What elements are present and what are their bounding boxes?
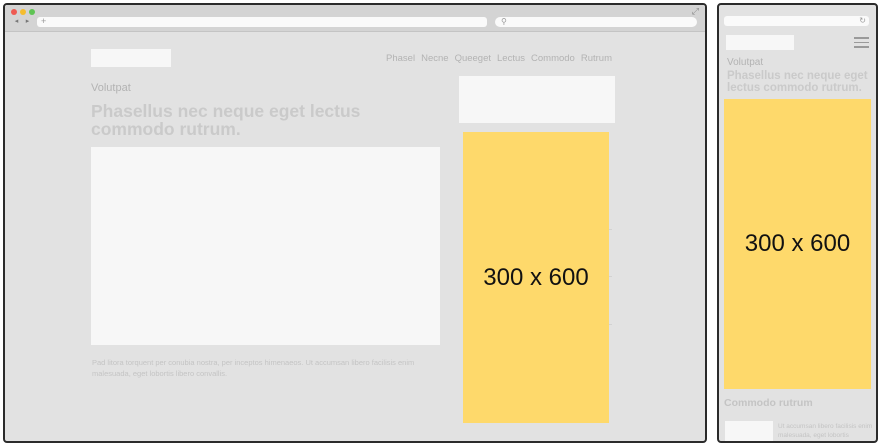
reload-icon[interactable]: ↻ — [859, 16, 866, 26]
divider — [609, 276, 612, 277]
mobile-article-headline: Phasellus nec neque eget lectus commodo … — [727, 70, 868, 94]
divider — [609, 229, 612, 230]
divider — [609, 324, 612, 325]
address-bar[interactable]: + — [37, 16, 487, 27]
nav-link-commodo[interactable]: Commodo — [531, 53, 575, 65]
minimize-window-button[interactable] — [20, 9, 26, 15]
sidebar-banner-placeholder — [459, 76, 615, 123]
search-icon: ⚲ — [501, 17, 507, 26]
mobile-thumbnail-placeholder — [725, 421, 773, 441]
mobile-ad-slot-300x600[interactable]: 300 x 600 — [724, 99, 871, 389]
article-image-placeholder — [91, 147, 440, 345]
site-navigation: Phasel Necne Queeget Lectus Commodo Rutr… — [379, 53, 612, 65]
site-logo-placeholder[interactable] — [91, 49, 171, 67]
new-tab-icon[interactable]: + — [41, 16, 46, 27]
ad-size-label: 300 x 600 — [483, 263, 589, 291]
mobile-article-eyebrow: Volutpat — [727, 57, 764, 68]
browser-search-input[interactable]: ⚲ — [495, 17, 697, 27]
desktop-browser-window: ◂ ▸ + ⚲ ⤢ Phasel Necne Queeget Lectus Co… — [3, 3, 707, 443]
nav-link-queeget[interactable]: Queeget — [455, 53, 491, 65]
hamburger-menu-icon[interactable] — [854, 37, 869, 48]
mobile-ad-size-label: 300 x 600 — [744, 230, 851, 257]
forward-arrow-icon[interactable]: ▸ — [22, 17, 33, 27]
mobile-site-logo-placeholder[interactable] — [726, 35, 794, 50]
nav-link-rutrum[interactable]: Rutrum — [581, 53, 612, 65]
back-arrow-icon[interactable]: ◂ — [11, 17, 22, 27]
maximize-window-button[interactable] — [29, 9, 35, 15]
article-headline: Phasellus nec neque eget lectus commodo … — [91, 101, 361, 139]
article-body-text: Pad litora torquent per conubia nostra, … — [92, 358, 415, 378]
nav-link-lectus[interactable]: Lectus — [497, 53, 525, 65]
article-eyebrow: Volutpat — [91, 82, 131, 94]
nav-link-phasel[interactable]: Phasel — [386, 53, 415, 65]
mobile-address-bar[interactable]: ↻ — [724, 16, 869, 26]
ad-slot-300x600[interactable]: 300 x 600 — [463, 132, 609, 423]
close-window-button[interactable] — [11, 9, 17, 15]
mobile-browser-window: ↻ Volutpat Phasellus nec neque eget lect… — [717, 3, 878, 443]
mobile-body-text: Ut accumsan libero facilisis enim malesu… — [778, 423, 873, 439]
mobile-section-title: Commodo rutrum — [724, 397, 813, 409]
nav-link-necne[interactable]: Necne — [421, 53, 448, 65]
browser-toolbar: ◂ ▸ + ⚲ ⤢ — [5, 5, 705, 32]
fullscreen-icon[interactable]: ⤢ — [692, 7, 699, 16]
